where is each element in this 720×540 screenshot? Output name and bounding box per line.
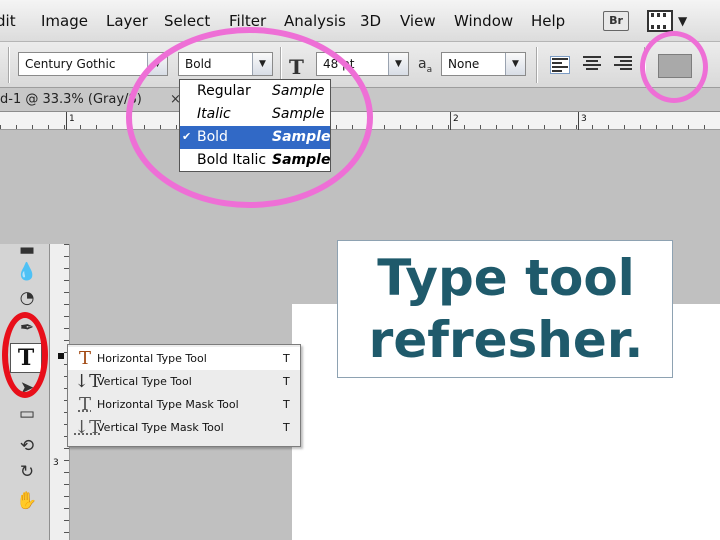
divider (280, 47, 282, 83)
antialias-icon: aa (418, 56, 433, 75)
3d-rotate-icon[interactable]: ⟲ (14, 434, 40, 458)
hand-tool-icon[interactable]: ✋ (14, 489, 40, 513)
horizontal-type-mask-icon: T (78, 394, 91, 415)
menu-analysis[interactable]: Analysis (284, 12, 346, 30)
font-size-value: 48 pt (323, 57, 355, 71)
flyout-item-vertical-type-mask[interactable]: ↓T Vertical Type Mask Tool T (68, 416, 300, 439)
active-tool-marker (58, 353, 64, 359)
3d-orbit-icon[interactable]: ↻ (14, 460, 40, 484)
divider (644, 47, 646, 83)
font-style-option-bold[interactable]: ✔ Bold Sample (180, 126, 330, 149)
tools-panel: ▬ 💧 ◔ ✒ T ➤ ▭ ⟲ ↻ ✋ (0, 240, 50, 540)
path-selection-icon[interactable]: ➤ (14, 376, 40, 400)
document-tab[interactable]: d-1 @ 33.3% (Gray/8) (0, 92, 142, 107)
chevron-down-icon[interactable]: ▼ (252, 53, 272, 75)
menu-filter[interactable]: Filter (229, 12, 266, 30)
chevron-down-icon[interactable]: ▼ (678, 14, 687, 28)
menu-view[interactable]: View (400, 12, 436, 30)
font-size-icon: T (289, 55, 304, 79)
drop-icon[interactable]: 💧 (14, 260, 40, 284)
menu-edit[interactable]: dit (0, 12, 16, 30)
ruler-tick (578, 112, 579, 130)
menu-help[interactable]: Help (531, 12, 565, 30)
font-style-select[interactable]: Bold ▼ (178, 52, 273, 76)
antialias-value: None (448, 57, 480, 71)
options-bar: Century Gothic ▼ Bold ▼ T 48 pt ▼ aa Non… (0, 42, 720, 88)
divider (8, 47, 10, 83)
pen-tool-icon[interactable]: ✒ (14, 316, 40, 340)
flyout-item-horizontal-type[interactable]: T Horizontal Type Tool T (68, 347, 300, 370)
font-style-option-regular[interactable]: Regular Sample (180, 80, 330, 103)
chevron-down-icon[interactable]: ▼ (388, 53, 408, 75)
slide-callout: Type tool refresher. (337, 240, 673, 378)
flyout-item-vertical-type[interactable]: ↓T Vertical Type Tool T (68, 370, 300, 393)
vertical-type-icon: ↓T (74, 371, 102, 392)
font-family-select[interactable]: Century Gothic ▼ (18, 52, 168, 76)
menu-3d[interactable]: 3D (360, 12, 381, 30)
align-left-icon[interactable] (550, 56, 570, 74)
font-size-select[interactable]: 48 pt ▼ (316, 52, 409, 76)
ruler-tick (66, 112, 67, 130)
divider (536, 47, 538, 83)
horizontal-type-icon: T (78, 348, 91, 369)
chevron-down-icon[interactable]: ▼ (147, 53, 167, 75)
menu-bar: dit Image Layer Select Filter Analysis 3… (0, 0, 720, 42)
horizontal-ruler (0, 112, 720, 130)
text-color-swatch[interactable] (658, 54, 692, 78)
blur-tool-icon[interactable]: ▬ (14, 238, 40, 262)
font-style-dropdown: Regular Sample Italic Sample ✔ Bold Samp… (179, 79, 331, 172)
bridge-icon[interactable]: Br (603, 11, 629, 31)
font-style-value: Bold (185, 57, 212, 71)
font-family-value: Century Gothic (25, 57, 116, 71)
ruler-number: 1 (69, 114, 75, 124)
checkmark-icon: ✔ (182, 130, 192, 143)
type-tool-flyout: T Horizontal Type Tool T ↓T Vertical Typ… (67, 344, 301, 447)
type-tool-button[interactable]: T (10, 343, 42, 373)
callout-heading: Type tool refresher. (338, 247, 674, 371)
ruler-number: 2 (453, 114, 459, 124)
font-style-option-bold-italic[interactable]: Bold Italic Sample (180, 149, 330, 172)
dodge-tool-icon[interactable]: ◔ (14, 286, 40, 310)
menu-window[interactable]: Window (454, 12, 513, 30)
menu-image[interactable]: Image (41, 12, 88, 30)
vertical-type-mask-icon: ↓T (74, 417, 102, 438)
align-center-icon[interactable] (583, 56, 603, 74)
align-right-icon[interactable] (614, 56, 634, 74)
font-style-option-italic[interactable]: Italic Sample (180, 103, 330, 126)
antialias-select[interactable]: None ▼ (441, 52, 526, 76)
flyout-item-horizontal-type-mask[interactable]: T Horizontal Type Mask Tool T (68, 393, 300, 416)
callout-line-2: refresher. (368, 311, 644, 369)
chevron-down-icon[interactable]: ▼ (505, 53, 525, 75)
ruler-number: 3 (53, 458, 59, 468)
menu-layer[interactable]: Layer (106, 12, 148, 30)
callout-line-1: Type tool (377, 249, 635, 307)
menu-select[interactable]: Select (164, 12, 210, 30)
rectangle-tool-icon[interactable]: ▭ (14, 402, 40, 426)
screen-mode-icon[interactable] (647, 10, 673, 32)
ruler-tick (450, 112, 451, 130)
document-tab-bar: d-1 @ 33.3% (Gray/8) × (0, 88, 720, 112)
ruler-number: 3 (581, 114, 587, 124)
